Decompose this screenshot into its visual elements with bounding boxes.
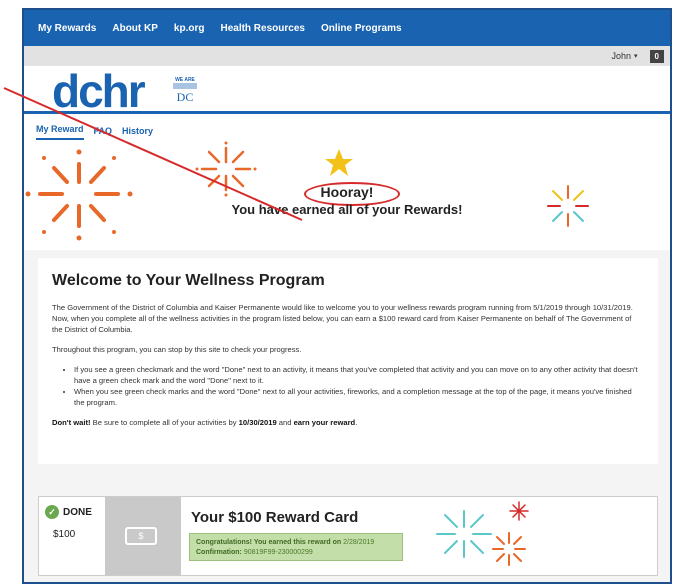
dchr-logo: dchr [52,65,146,117]
deadline-note: Don't wait! Be sure to complete all of y… [52,418,644,427]
congratulations-box: Congratulations! You earned this reward … [189,533,403,561]
completion-hero: Hooray! You have earned all of your Rewa… [24,140,670,250]
deadline-text: Be sure to complete all of your activiti… [90,418,239,427]
chevron-down-icon: ▾ [634,53,638,60]
congrats-text: Congratulations! You earned this reward … [196,539,342,546]
reward-icon-panel: $ [105,497,181,575]
browser-frame: My Rewards About KP kp.org Health Resour… [22,8,672,584]
dc-mark-bottom: DC [177,90,194,104]
reward-status-column: ✓ DONE $100 [39,497,105,575]
reward-card: ✓ DONE $100 $ Your $100 Reward Card Cong… [38,496,658,576]
dc-mark-top: WE ARE [175,77,195,83]
notification-badge[interactable]: 0 [649,49,664,63]
tab-my-reward[interactable]: My Reward [36,124,84,140]
deadline-date: 10/30/2019 [238,418,277,427]
brand-header: dchr WE ARE DC [24,65,670,117]
reward-card-title: Your $100 Reward Card [191,509,359,526]
nav-my-rewards[interactable]: My Rewards [38,23,96,34]
nav-health-resources[interactable]: Health Resources [220,23,304,34]
welcome-intro: The Government of the District of Columb… [52,303,633,334]
deadline-lead: Don't wait! [52,418,91,427]
welcome-title: Welcome to Your Wellness Program [52,272,325,289]
deadline-end: . [355,418,358,427]
instruction-item: If you see a green checkmark and the wor… [74,364,644,386]
nav-about-kp[interactable]: About KP [112,23,158,34]
check-icon: ✓ [45,505,59,519]
instruction-item: When you see green check marks and the w… [74,386,644,408]
confirmation-value: 90819F99-230000299 [243,549,313,556]
nav-kp-org[interactable]: kp.org [174,23,205,34]
reward-amount: $100 [53,529,76,540]
deadline-and: and [276,418,294,427]
user-menu[interactable]: John ▾ [612,51,638,61]
done-label: DONE [63,506,92,518]
tab-history[interactable]: History [122,126,153,140]
money-icon: $ [125,527,157,545]
done-status: ✓ DONE [45,505,92,519]
firework-mixed-icon [547,185,589,227]
welcome-progress-note: Throughout this program, you can stop by… [52,345,302,354]
user-bar: John ▾ 0 [24,46,670,66]
firework-teal-icon [436,510,492,558]
congrats-date: 2/28/2019 [343,539,375,546]
user-name: John [611,51,632,61]
we-are-dc-logo-icon: WE ARE DC [170,74,200,104]
top-navigation: My Rewards About KP kp.org Health Resour… [24,10,670,46]
firework-orange-card-icon [492,532,526,566]
instructions-list: If you see a green checkmark and the wor… [74,364,644,408]
star-icon [325,149,353,176]
welcome-panel: Welcome to Your Wellness Program The Gov… [38,258,658,464]
tab-faq[interactable]: FAQ [94,126,113,140]
nav-online-programs[interactable]: Online Programs [321,23,402,34]
firework-red-small-icon [509,501,529,521]
deadline-reward: earn your reward [293,418,356,427]
confirmation-label: Confirmation: [196,549,242,556]
